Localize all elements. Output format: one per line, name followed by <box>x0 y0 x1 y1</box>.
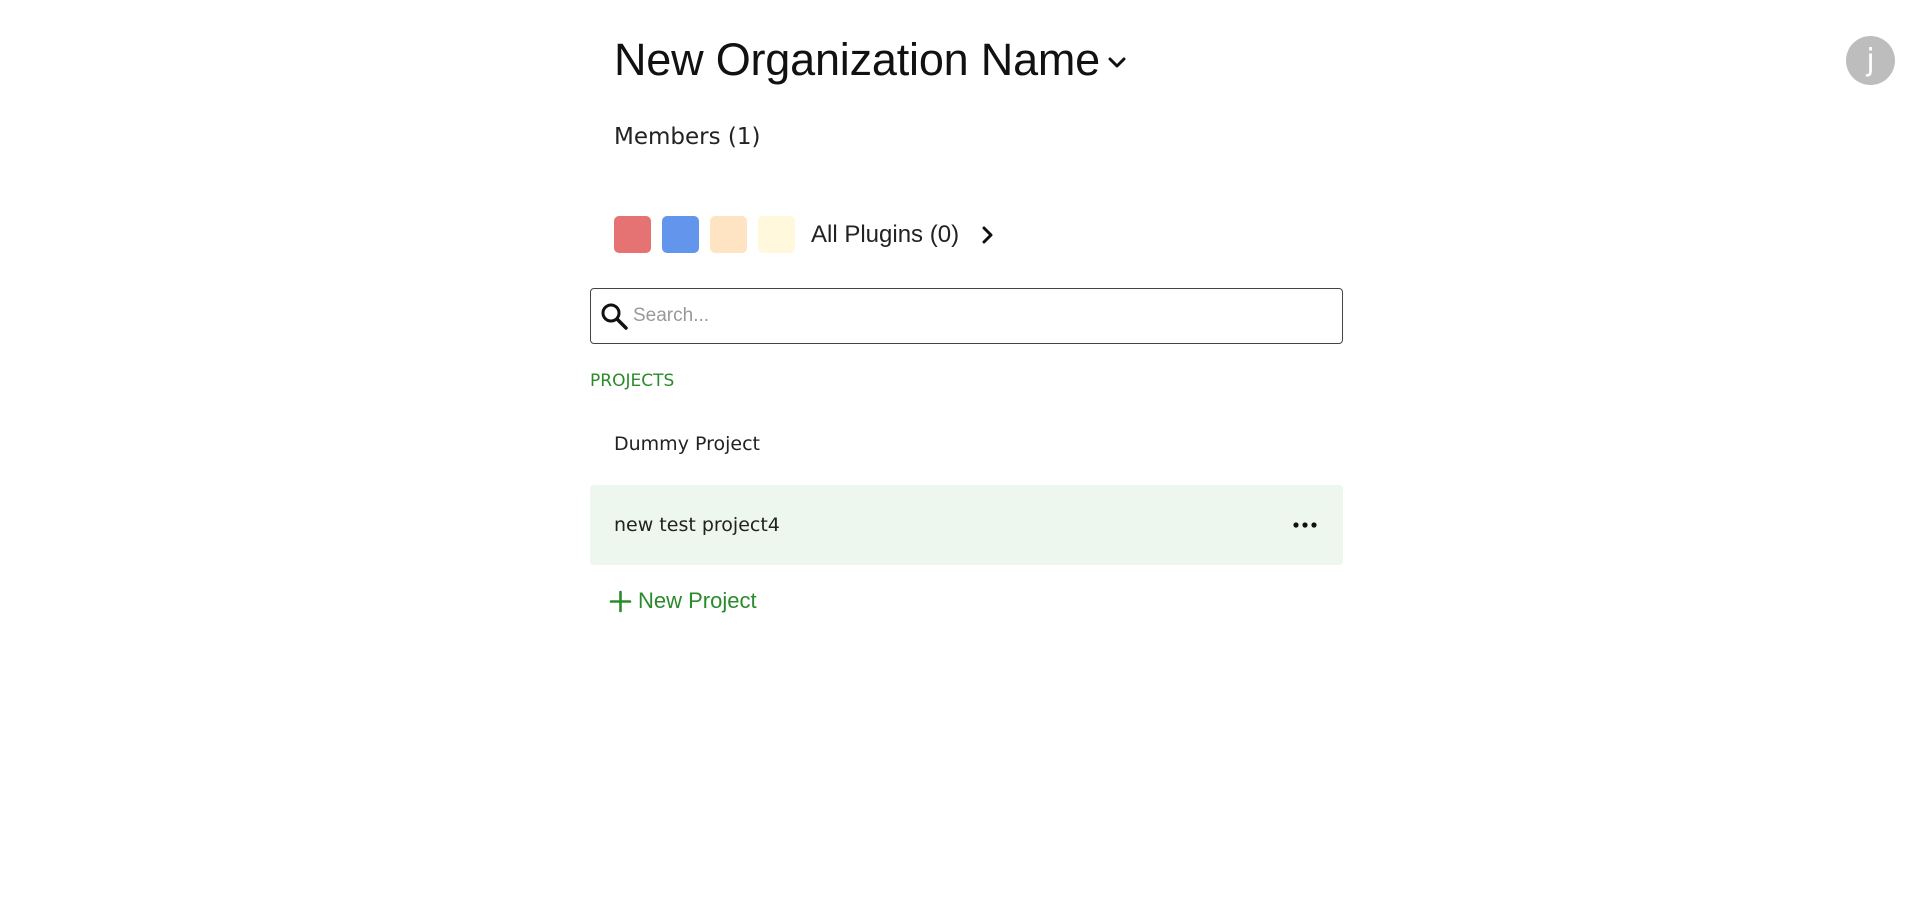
plus-icon <box>609 590 632 612</box>
plugin-swatch-2[interactable] <box>662 216 699 253</box>
organization-page: j New Organization Name Members (1) All … <box>0 0 1925 899</box>
avatar-initial: j <box>1866 42 1875 78</box>
search-box[interactable] <box>590 288 1343 344</box>
chevron-down-icon <box>1108 57 1126 68</box>
plugins-row: All Plugins (0) <box>614 216 993 253</box>
all-plugins-link[interactable]: All Plugins (0) <box>811 221 959 249</box>
chevron-right-icon[interactable] <box>981 225 993 245</box>
organization-switcher[interactable]: New Organization Name <box>614 34 1126 86</box>
new-project-label: New Project <box>638 588 757 613</box>
plugin-swatch-3[interactable] <box>710 216 747 253</box>
plugin-swatch-1[interactable] <box>614 216 651 253</box>
project-item-active[interactable]: new test project4 <box>590 485 1343 565</box>
project-name: new test project4 <box>614 514 780 536</box>
user-avatar[interactable]: j <box>1846 36 1895 85</box>
members-link[interactable]: Members (1) <box>614 124 760 150</box>
projects-section-label: PROJECTS <box>590 371 675 391</box>
more-horizontal-icon <box>1293 522 1317 528</box>
search-icon <box>601 303 628 330</box>
plugin-swatch-4[interactable] <box>758 216 795 253</box>
project-name: Dummy Project <box>614 433 760 455</box>
organization-name: New Organization Name <box>614 34 1101 85</box>
project-item[interactable]: Dummy Project <box>590 404 1343 484</box>
new-project-button[interactable]: New Project <box>609 588 757 614</box>
search-input[interactable] <box>633 296 1323 336</box>
project-options-button[interactable] <box>1291 515 1319 535</box>
